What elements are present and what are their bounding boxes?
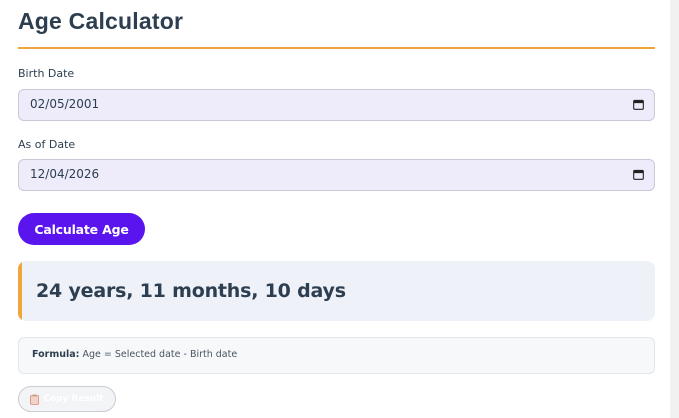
as-of-date-input[interactable]: 12/04/2026	[18, 159, 655, 191]
copy-result-button[interactable]: Copy Result	[18, 386, 116, 412]
calendar-icon[interactable]	[633, 169, 644, 180]
result-panel: 24 years, 11 months, 10 days	[18, 261, 655, 321]
birth-date-label: Birth Date	[18, 67, 75, 80]
formula-line: Formula: Age = Selected date - Birth dat…	[32, 349, 237, 360]
as-of-date-value: 12/04/2026	[30, 167, 100, 181]
age-result: 24 years, 11 months, 10 days	[36, 280, 346, 302]
formula-text: Age = Selected date - Birth date	[82, 349, 238, 360]
as-of-date-label: As of Date	[18, 138, 76, 151]
title-divider	[18, 47, 655, 49]
birth-date-input[interactable]: 02/05/2001	[18, 89, 655, 121]
copy-result-label: Copy Result	[43, 394, 104, 404]
birth-date-value: 02/05/2001	[30, 97, 100, 111]
formula-label: Formula:	[32, 349, 80, 360]
clipboard-icon	[30, 394, 40, 405]
calendar-icon[interactable]	[633, 99, 644, 110]
calculate-age-button[interactable]: Calculate Age	[18, 213, 145, 245]
formula-panel: Formula: Age = Selected date - Birth dat…	[18, 337, 655, 374]
page-scrollbar[interactable]	[670, 0, 679, 418]
result-accent-bar	[18, 261, 22, 321]
page-title: Age Calculator	[18, 8, 184, 34]
